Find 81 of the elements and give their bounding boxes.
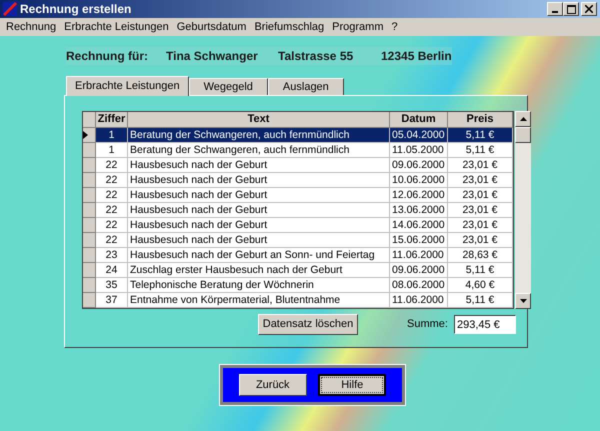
- scroll-up-button[interactable]: [515, 111, 531, 127]
- table-cell: 05.04.2000: [390, 128, 448, 143]
- table-cell: Hausbesuch nach der Geburt an Sonn- und Feiertag: [128, 248, 390, 263]
- tab[interactable]: Wegegeld: [188, 78, 268, 95]
- current-row-icon: [83, 131, 88, 139]
- table-cell: 1: [96, 143, 128, 158]
- table-cell: Hausbesuch nach der Geburt: [128, 233, 390, 248]
- table-cell: 22: [96, 203, 128, 218]
- table-cell: 11.06.2000: [390, 293, 448, 308]
- table-cell: 15.06.2000: [390, 233, 448, 248]
- table-cell: 14.06.2000: [390, 218, 448, 233]
- maximize-icon: [566, 4, 576, 14]
- table-cell: Hausbesuch nach der Geburt: [128, 203, 390, 218]
- table-cell: 35: [96, 278, 128, 293]
- table-cell: 22: [96, 218, 128, 233]
- table-cell: Zuschlag erster Hausbesuch nach der Geburt: [128, 263, 390, 278]
- dialog-button[interactable]: Hilfe: [318, 374, 386, 396]
- table-cell: Telephonische Beratung der Wöchnerin: [128, 278, 390, 293]
- table-cell: 11.05.2000: [390, 143, 448, 158]
- table-cell: 1: [96, 128, 128, 143]
- menu-item[interactable]: Geburtsdatum: [172, 18, 250, 36]
- table-cell: 24: [96, 263, 128, 278]
- table-cell: 5,11 €: [448, 263, 513, 278]
- tab[interactable]: Erbrachte Leistungen: [66, 76, 189, 96]
- table-cell: 11.06.2000: [390, 248, 448, 263]
- scroll-down-button[interactable]: [515, 293, 531, 309]
- dialog-button[interactable]: Zurück: [238, 374, 307, 396]
- tab[interactable]: Auslagen: [268, 78, 344, 95]
- table-cell: 4,60 €: [448, 278, 513, 293]
- table-cell: 23,01 €: [448, 203, 513, 218]
- table-cell: 23,01 €: [448, 233, 513, 248]
- table-cell: 13.06.2000: [390, 203, 448, 218]
- table-cell: 08.06.2000: [390, 278, 448, 293]
- invoice-for-label: Rechnung für:: [66, 48, 149, 65]
- table-cell: 37: [96, 293, 128, 308]
- table-cell: 28,63 €: [448, 248, 513, 263]
- scroll-thumb[interactable]: [515, 127, 531, 143]
- table-cell: 09.06.2000: [390, 158, 448, 173]
- table-cell: 22: [96, 173, 128, 188]
- maximize-button[interactable]: [563, 2, 579, 16]
- table-cell: 12.06.2000: [390, 188, 448, 203]
- table-cell: 5,11 €: [448, 293, 513, 308]
- table-cell: 23,01 €: [448, 173, 513, 188]
- sum-label: Summe:: [407, 317, 448, 332]
- window-title: Rechnung erstellen: [20, 1, 132, 18]
- close-icon: [585, 5, 593, 13]
- table-cell: 5,11 €: [448, 128, 513, 143]
- customer-street: Talstrasse 55: [278, 48, 354, 65]
- table-cell: Hausbesuch nach der Geburt: [128, 218, 390, 233]
- up-arrow-icon: [520, 117, 526, 121]
- table-cell: 23,01 €: [448, 188, 513, 203]
- menu-item[interactable]: Erbrachte Leistungen: [60, 18, 173, 36]
- table-cell: Hausbesuch nach der Geburt: [128, 173, 390, 188]
- table-cell: Entnahme von Körpermaterial, Blutentnahme: [128, 293, 390, 308]
- app-icon: [3, 2, 17, 16]
- menu-item[interactable]: Rechnung: [2, 18, 60, 36]
- table-cell: Hausbesuch nach der Geburt: [128, 188, 390, 203]
- scrollbar[interactable]: [515, 111, 531, 309]
- table-cell: 23: [96, 248, 128, 263]
- table-cell: 22: [96, 188, 128, 203]
- table-cell: 22: [96, 158, 128, 173]
- table-cell: 23,01 €: [448, 158, 513, 173]
- minimize-button[interactable]: [547, 2, 563, 16]
- menu-item[interactable]: ?: [387, 18, 402, 36]
- sum-field[interactable]: 293,45 €: [454, 315, 516, 334]
- table-cell: Beratung der Schwangeren, auch fernmündlich: [128, 143, 390, 158]
- menu-item[interactable]: Programm: [328, 18, 388, 36]
- table-cell: Hausbesuch nach der Geburt: [128, 158, 390, 173]
- table-cell: Beratung der Schwangeren, auch fernmündlich: [128, 128, 390, 143]
- close-button[interactable]: [581, 2, 597, 16]
- table-cell: 23,01 €: [448, 218, 513, 233]
- table-cell: 10.06.2000: [390, 173, 448, 188]
- delete-record-button[interactable]: Datensatz löschen: [258, 314, 358, 335]
- down-arrow-icon: [520, 299, 526, 303]
- customer-city: 12345 Berlin: [381, 48, 452, 65]
- menu-item[interactable]: Briefumschlag: [250, 18, 328, 36]
- customer-name: Tina Schwanger: [166, 48, 259, 65]
- table-cell: 09.06.2000: [390, 263, 448, 278]
- table-cell: 22: [96, 233, 128, 248]
- table-cell: 5,11 €: [448, 143, 513, 158]
- row-indicator[interactable]: [83, 128, 96, 143]
